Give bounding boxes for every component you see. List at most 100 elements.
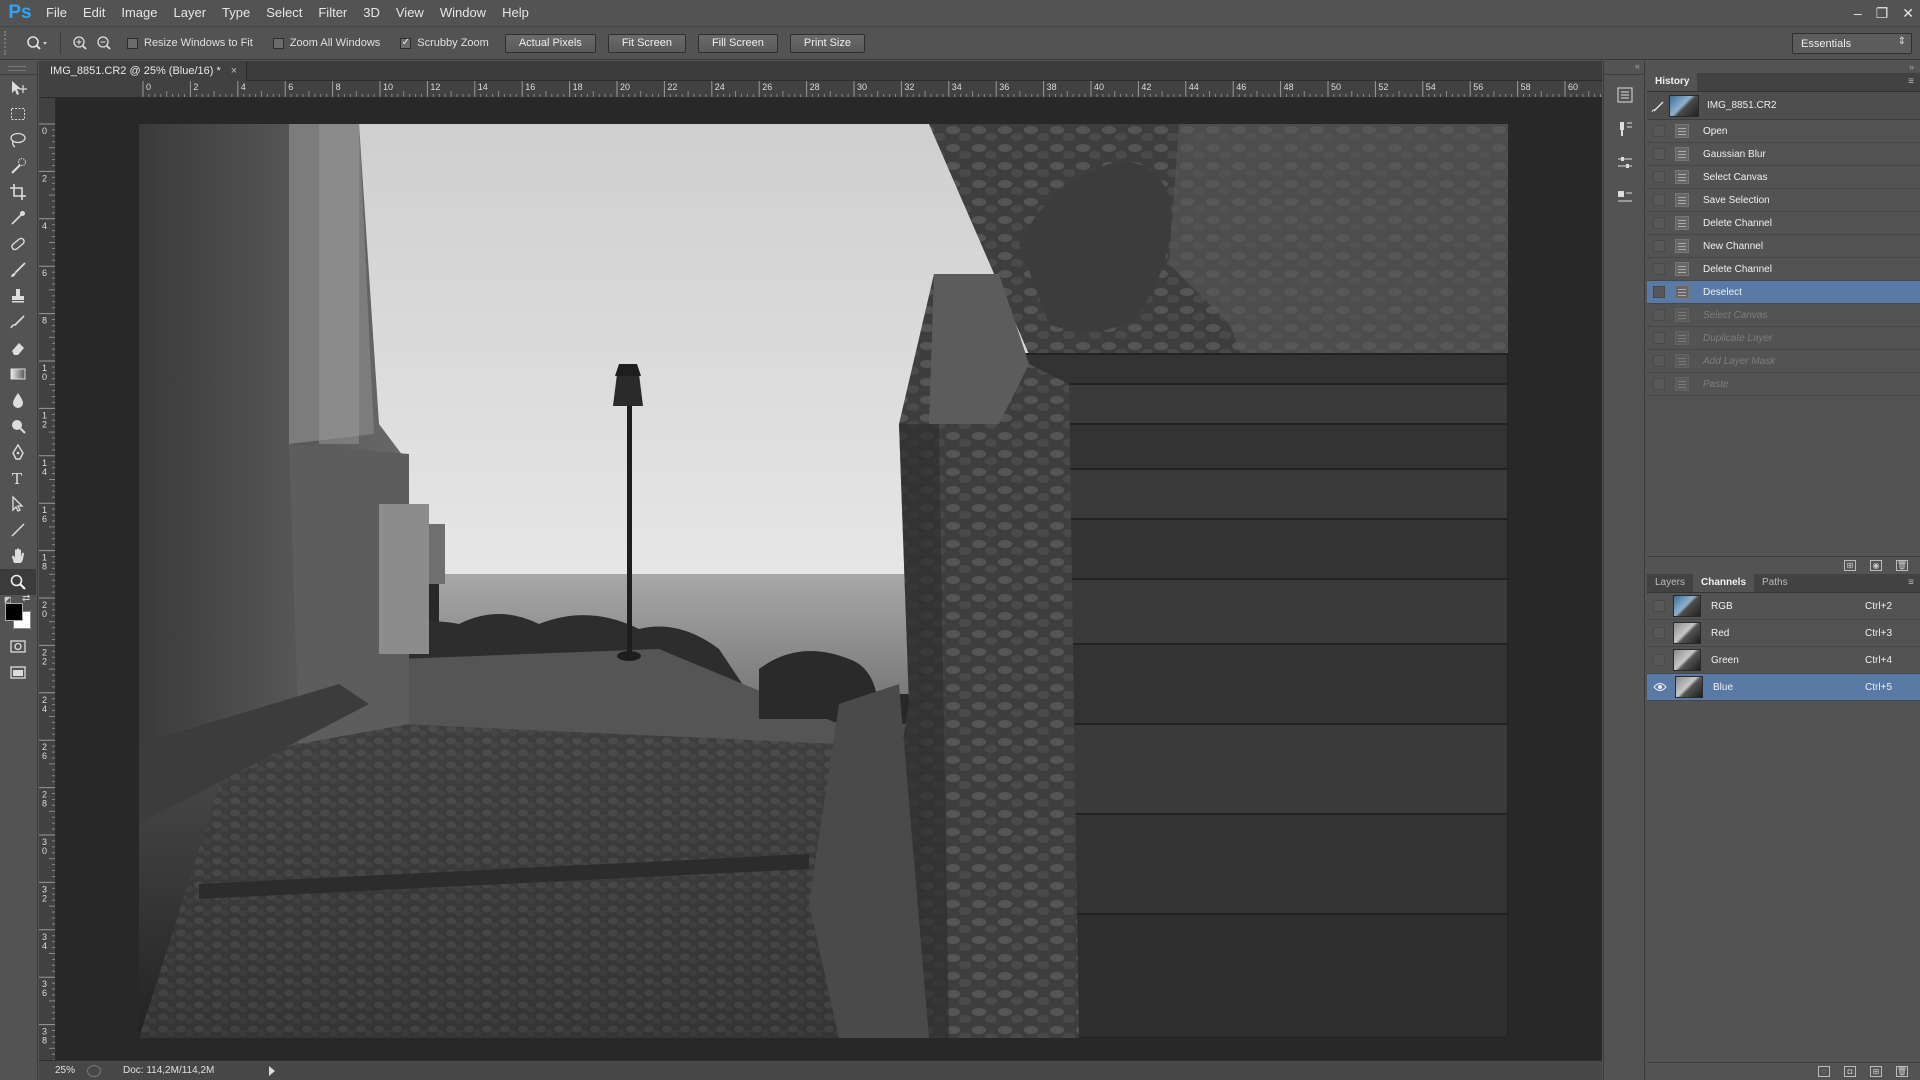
menu-filter[interactable]: Filter [310, 0, 355, 26]
restore-button[interactable]: ❐ [1876, 5, 1889, 22]
history-brush-slot[interactable] [1653, 309, 1665, 321]
visibility-toggle[interactable] [1653, 654, 1665, 666]
panel-menu-icon[interactable]: ≡ [1908, 577, 1914, 588]
blur-tool[interactable] [0, 387, 36, 413]
history-state[interactable]: Save Selection [1647, 189, 1920, 212]
workspace-switcher[interactable]: Essentials ⇕ [1792, 33, 1912, 54]
move-tool[interactable] [0, 75, 36, 101]
zoom-all-windows-checkbox[interactable]: Zoom All Windows [272, 37, 380, 49]
history-brush-slot[interactable] [1653, 240, 1665, 252]
close-document-icon[interactable]: × [231, 65, 237, 77]
actual-pixels-button[interactable]: Actual Pixels [504, 33, 596, 53]
eye-icon[interactable] [1653, 682, 1667, 692]
properties-panel-button[interactable] [1608, 183, 1642, 211]
tools-panel-grip[interactable] [0, 61, 37, 75]
eyedropper-tool[interactable] [0, 205, 36, 231]
history-state-selected[interactable]: Deselect [1647, 281, 1920, 304]
history-brush-slot[interactable] [1653, 263, 1665, 275]
checkbox-box[interactable] [127, 37, 138, 49]
line-tool[interactable] [0, 517, 36, 543]
channel-row-red[interactable]: Red Ctrl+3 [1647, 620, 1920, 647]
horizontal-ruler[interactable]: 0 2 4 6 8 10 12 14 16 18 20 22 24 26 28 30 32 34 36 38 40 42 4… [39, 81, 1602, 98]
menu-window[interactable]: Window [432, 0, 494, 26]
channel-row-rgb[interactable]: RGB Ctrl+2 [1647, 593, 1920, 620]
healing-brush-tool[interactable] [0, 231, 36, 257]
menu-layer[interactable]: Layer [166, 0, 215, 26]
quick-mask-button[interactable] [0, 633, 36, 659]
tab-paths[interactable]: Paths [1754, 573, 1796, 592]
quick-selection-tool[interactable] [0, 153, 36, 179]
canvas-area[interactable] [56, 98, 1602, 1060]
brush-tool[interactable] [0, 257, 36, 283]
options-grip[interactable] [4, 31, 14, 55]
new-document-from-state-icon[interactable]: ⊞ [1844, 560, 1856, 571]
resize-windows-checkbox[interactable]: Resize Windows to Fit [127, 37, 253, 49]
history-brush-slot[interactable] [1653, 217, 1665, 229]
history-brush-tool[interactable] [0, 309, 36, 335]
screen-mode-button[interactable] [0, 659, 36, 685]
history-state-undone[interactable]: Add Layer Mask [1647, 350, 1920, 373]
dodge-tool[interactable] [0, 413, 36, 439]
history-state[interactable]: Open [1647, 120, 1920, 143]
delete-channel-icon[interactable]: 🗑 [1896, 1066, 1908, 1077]
zoom-tool[interactable] [0, 569, 36, 595]
history-state[interactable]: New Channel [1647, 235, 1920, 258]
history-brush-slot[interactable] [1653, 286, 1665, 298]
history-brush-slot[interactable] [1653, 194, 1665, 206]
save-selection-channel-icon[interactable]: ◘ [1844, 1066, 1856, 1077]
tab-layers[interactable]: Layers [1647, 573, 1693, 592]
tab-channels[interactable]: Channels [1693, 573, 1755, 592]
print-size-button[interactable]: Print Size [789, 33, 865, 53]
lasso-tool[interactable] [0, 127, 36, 153]
history-panel-button[interactable] [1608, 81, 1642, 109]
fill-screen-button[interactable]: Fill Screen [697, 33, 778, 53]
clone-stamp-tool[interactable] [0, 283, 36, 309]
history-brush-slot[interactable] [1653, 125, 1665, 137]
history-brush-slot[interactable] [1653, 378, 1665, 390]
new-snapshot-icon[interactable]: ◉ [1870, 560, 1882, 571]
document-tab[interactable]: IMG_8851.CR2 @ 25% (Blue/16) * × [39, 61, 247, 81]
hand-tool[interactable] [0, 543, 36, 569]
visibility-toggle[interactable] [1653, 627, 1665, 639]
pen-tool[interactable] [0, 439, 36, 465]
menu-help[interactable]: Help [494, 0, 537, 26]
minimize-button[interactable]: – [1854, 5, 1862, 21]
history-snapshot[interactable]: IMG_8851.CR2 [1647, 92, 1920, 120]
fit-screen-button[interactable]: Fit Screen [607, 33, 686, 53]
history-brush-source-icon[interactable] [1647, 99, 1669, 113]
history-state[interactable]: Delete Channel [1647, 258, 1920, 281]
menu-3d[interactable]: 3D [355, 0, 388, 26]
menu-select[interactable]: Select [258, 0, 310, 26]
new-channel-icon[interactable]: ⊞ [1870, 1066, 1882, 1077]
collapse-dock-icon[interactable]: « [1604, 61, 1644, 75]
menu-view[interactable]: View [388, 0, 432, 26]
history-state[interactable]: Gaussian Blur [1647, 143, 1920, 166]
panel-menu-icon[interactable]: ≡ [1908, 76, 1914, 87]
visibility-toggle[interactable] [1653, 600, 1665, 612]
history-state[interactable]: Delete Channel [1647, 212, 1920, 235]
load-channel-selection-icon[interactable]: ◌ [1818, 1066, 1830, 1077]
history-brush-slot[interactable] [1653, 332, 1665, 344]
zoom-out-button[interactable] [93, 32, 115, 54]
checkbox-box[interactable] [272, 37, 284, 49]
swap-colors-icon[interactable]: ⇄ [22, 593, 30, 604]
history-state-undone[interactable]: Paste [1647, 373, 1920, 396]
tab-history[interactable]: History [1647, 72, 1698, 91]
menu-file[interactable]: File [38, 0, 75, 26]
close-button[interactable]: ✕ [1902, 5, 1914, 22]
document-image[interactable] [139, 124, 1508, 1038]
default-colors-icon[interactable]: ◩ [4, 595, 13, 604]
brush-panel-button[interactable] [1608, 115, 1642, 143]
menu-image[interactable]: Image [113, 0, 165, 26]
eraser-tool[interactable] [0, 335, 36, 361]
type-tool[interactable]: T [0, 465, 36, 491]
zoom-level[interactable]: 25% [39, 1065, 83, 1076]
channel-row-blue[interactable]: Blue Ctrl+5 [1647, 674, 1920, 701]
menu-type[interactable]: Type [214, 0, 258, 26]
status-menu-arrow-icon[interactable] [269, 1065, 275, 1076]
marquee-tool[interactable] [0, 101, 36, 127]
foreground-color-swatch[interactable] [5, 603, 23, 621]
tool-preset-picker[interactable] [22, 31, 52, 55]
delete-state-icon[interactable]: 🗑 [1896, 560, 1908, 571]
channel-row-green[interactable]: Green Ctrl+4 [1647, 647, 1920, 674]
